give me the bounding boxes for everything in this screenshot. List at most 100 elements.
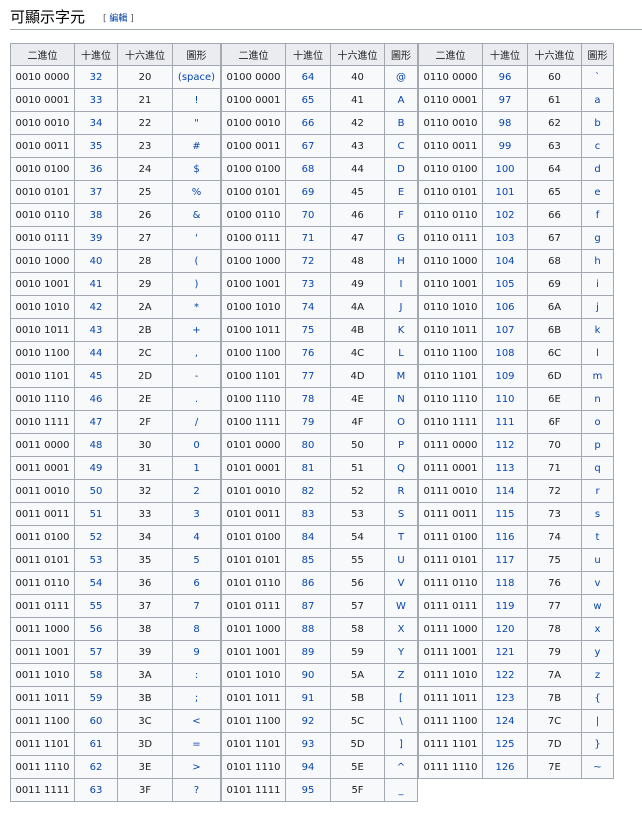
glyph-link[interactable]: I <box>384 272 418 296</box>
glyph-link[interactable]: 5 <box>172 548 221 572</box>
decimal-link[interactable]: 81 <box>285 456 331 480</box>
decimal-link[interactable]: 84 <box>285 525 331 549</box>
decimal-link[interactable]: 61 <box>74 732 118 756</box>
decimal-link[interactable]: 39 <box>74 226 118 250</box>
decimal-link[interactable]: 95 <box>285 778 331 802</box>
glyph-link[interactable]: D <box>384 157 418 181</box>
glyph-link[interactable]: g <box>581 226 614 250</box>
decimal-link[interactable]: 105 <box>482 272 528 296</box>
glyph-link[interactable]: { <box>581 686 614 710</box>
glyph-link[interactable]: Z <box>384 663 418 687</box>
decimal-link[interactable]: 112 <box>482 433 528 457</box>
glyph-link[interactable]: | <box>581 709 614 733</box>
decimal-link[interactable]: 46 <box>74 387 118 411</box>
decimal-link[interactable]: 67 <box>285 134 331 158</box>
glyph-link[interactable]: w <box>581 594 614 618</box>
glyph-link[interactable]: ` <box>581 65 614 89</box>
glyph-link[interactable]: a <box>581 88 614 112</box>
glyph-link[interactable]: s <box>581 502 614 526</box>
glyph-link[interactable]: C <box>384 134 418 158</box>
decimal-link[interactable]: 88 <box>285 617 331 641</box>
glyph-link[interactable]: p <box>581 433 614 457</box>
glyph-link[interactable]: [ <box>384 686 418 710</box>
glyph-link[interactable]: ~ <box>581 755 614 779</box>
decimal-link[interactable]: 126 <box>482 755 528 779</box>
decimal-link[interactable]: 41 <box>74 272 118 296</box>
decimal-link[interactable]: 52 <box>74 525 118 549</box>
glyph-link[interactable]: ^ <box>384 755 418 779</box>
glyph-link[interactable]: M <box>384 364 418 388</box>
glyph-link[interactable]: u <box>581 548 614 572</box>
glyph-link[interactable]: x <box>581 617 614 641</box>
glyph-link[interactable]: W <box>384 594 418 618</box>
glyph-link[interactable]: r <box>581 479 614 503</box>
decimal-link[interactable]: 64 <box>285 65 331 89</box>
decimal-link[interactable]: 53 <box>74 548 118 572</box>
glyph-link[interactable]: f <box>581 203 614 227</box>
glyph-link[interactable]: > <box>172 755 221 779</box>
glyph-link[interactable]: Q <box>384 456 418 480</box>
glyph-link[interactable]: 2 <box>172 479 221 503</box>
decimal-link[interactable]: 70 <box>285 203 331 227</box>
decimal-link[interactable]: 76 <box>285 341 331 365</box>
decimal-link[interactable]: 111 <box>482 410 528 434</box>
glyph-link[interactable]: q <box>581 456 614 480</box>
glyph-link[interactable]: c <box>581 134 614 158</box>
decimal-link[interactable]: 108 <box>482 341 528 365</box>
decimal-link[interactable]: 116 <box>482 525 528 549</box>
glyph-link[interactable]: % <box>172 180 221 204</box>
glyph-link[interactable]: 3 <box>172 502 221 526</box>
glyph-link[interactable]: V <box>384 571 418 595</box>
decimal-link[interactable]: 62 <box>74 755 118 779</box>
decimal-link[interactable]: 55 <box>74 594 118 618</box>
glyph-link[interactable]: _ <box>384 778 418 802</box>
glyph-link[interactable]: 1 <box>172 456 221 480</box>
decimal-link[interactable]: 104 <box>482 249 528 273</box>
decimal-link[interactable]: 56 <box>74 617 118 641</box>
glyph-link[interactable]: . <box>172 387 221 411</box>
glyph-link[interactable]: U <box>384 548 418 572</box>
glyph-link[interactable]: F <box>384 203 418 227</box>
glyph-link[interactable]: G <box>384 226 418 250</box>
glyph-link[interactable]: X <box>384 617 418 641</box>
decimal-link[interactable]: 123 <box>482 686 528 710</box>
decimal-link[interactable]: 51 <box>74 502 118 526</box>
glyph-link[interactable]: ( <box>172 249 221 273</box>
glyph-link[interactable]: e <box>581 180 614 204</box>
glyph-link[interactable]: d <box>581 157 614 181</box>
decimal-link[interactable]: 109 <box>482 364 528 388</box>
decimal-link[interactable]: 33 <box>74 88 118 112</box>
glyph-link[interactable]: } <box>581 732 614 756</box>
glyph-link[interactable]: 0 <box>172 433 221 457</box>
decimal-link[interactable]: 102 <box>482 203 528 227</box>
glyph-link[interactable]: + <box>172 318 221 342</box>
decimal-link[interactable]: 125 <box>482 732 528 756</box>
glyph-link[interactable]: = <box>172 732 221 756</box>
decimal-link[interactable]: 44 <box>74 341 118 365</box>
decimal-link[interactable]: 82 <box>285 479 331 503</box>
decimal-link[interactable]: 66 <box>285 111 331 135</box>
decimal-link[interactable]: 100 <box>482 157 528 181</box>
decimal-link[interactable]: 72 <box>285 249 331 273</box>
glyph-link[interactable]: ' <box>172 226 221 250</box>
glyph-link[interactable]: ; <box>172 686 221 710</box>
decimal-link[interactable]: 65 <box>285 88 331 112</box>
glyph-link[interactable]: 6 <box>172 571 221 595</box>
glyph-link[interactable]: N <box>384 387 418 411</box>
glyph-link[interactable]: l <box>581 341 614 365</box>
glyph-link[interactable]: H <box>384 249 418 273</box>
decimal-link[interactable]: 79 <box>285 410 331 434</box>
decimal-link[interactable]: 71 <box>285 226 331 250</box>
edit-section-link[interactable]: 編輯 <box>109 14 127 24</box>
decimal-link[interactable]: 78 <box>285 387 331 411</box>
glyph-link[interactable]: $ <box>172 157 221 181</box>
decimal-link[interactable]: 40 <box>74 249 118 273</box>
glyph-link[interactable]: (space) <box>172 65 221 89</box>
decimal-link[interactable]: 32 <box>74 65 118 89</box>
glyph-link[interactable]: A <box>384 88 418 112</box>
decimal-link[interactable]: 75 <box>285 318 331 342</box>
decimal-link[interactable]: 58 <box>74 663 118 687</box>
glyph-link[interactable]: v <box>581 571 614 595</box>
glyph-link[interactable]: ] <box>384 732 418 756</box>
glyph-link[interactable]: 4 <box>172 525 221 549</box>
